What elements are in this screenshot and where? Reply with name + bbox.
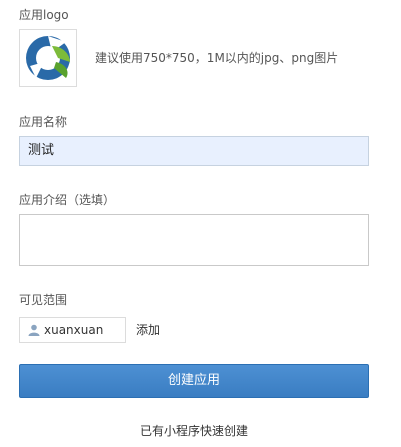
add-visibility-link[interactable]: 添加: [136, 323, 160, 337]
visible-user-chip[interactable]: xuanxuan: [19, 317, 126, 343]
person-icon: [28, 324, 40, 336]
quick-create-link[interactable]: 已有小程序快速创建: [0, 424, 388, 438]
create-app-button[interactable]: 创建应用: [19, 364, 369, 398]
name-label: 应用名称: [19, 115, 68, 129]
app-intro-textarea[interactable]: [19, 214, 369, 266]
app-logo-icon: [26, 36, 70, 80]
app-name-input[interactable]: 测试: [19, 136, 369, 166]
visibility-label: 可见范围: [19, 293, 68, 307]
logo-upload[interactable]: [19, 29, 77, 87]
logo-hint: 建议使用750*750，1M以内的jpg、png图片: [95, 51, 339, 65]
intro-label: 应用介绍（选填）: [19, 193, 116, 207]
user-name: xuanxuan: [44, 323, 104, 337]
logo-label: 应用logo: [19, 8, 69, 22]
